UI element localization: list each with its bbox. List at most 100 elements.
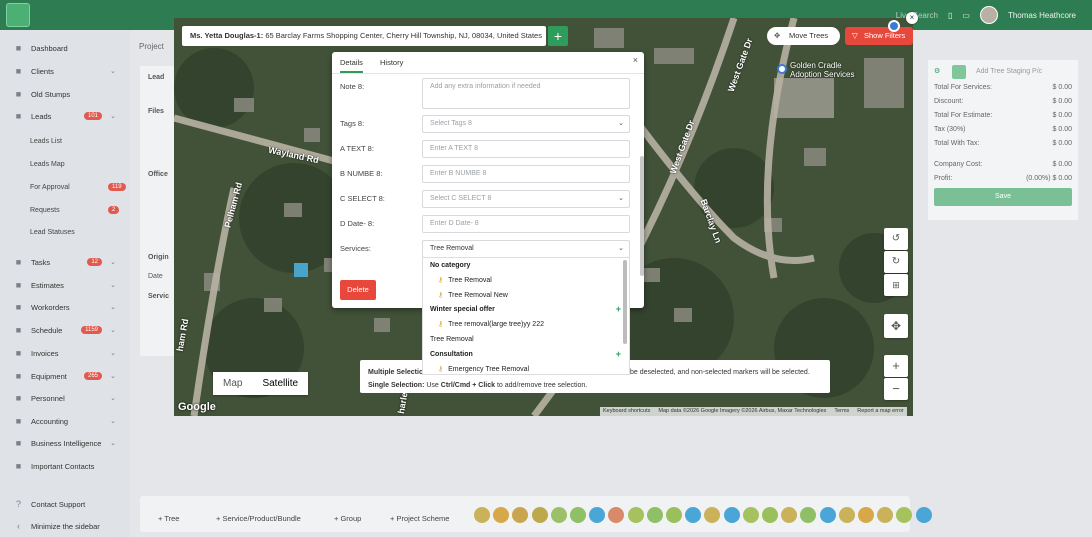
sidebar-item-equipment[interactable]: ■ Equipment 265 ⌄ — [0, 366, 130, 386]
b-numbe-8-input[interactable]: Enter B NUMBE 8 — [422, 165, 630, 183]
tree-type-icon[interactable] — [627, 507, 644, 523]
tree-type-icon[interactable] — [550, 507, 567, 523]
modal-scrollbar[interactable] — [640, 156, 644, 276]
tree-type-icon[interactable] — [819, 507, 836, 523]
chevron-down-icon[interactable]: ⌄ — [110, 303, 116, 311]
tree-type-icon[interactable] — [838, 507, 855, 523]
pan-control-icon[interactable]: ✥ — [884, 314, 908, 338]
add-address-button[interactable]: + — [548, 26, 568, 46]
minimize-sidebar-button[interactable]: ‹ Minimize the sidebar — [0, 516, 130, 536]
sidebar-subitem-leads-map[interactable]: Leads Map — [30, 161, 65, 168]
sidebar-item-workorders[interactable]: ■ Workorders ⌄ — [0, 297, 130, 317]
location-marker-icon[interactable] — [888, 20, 900, 32]
dropdown-option[interactable]: Tree Removal — [423, 332, 623, 347]
report-error-link[interactable]: Report a map error — [857, 407, 903, 416]
chat-icon[interactable]: ▭ — [962, 11, 970, 20]
sidebar-subitem-leads-list[interactable]: Leads List — [30, 138, 62, 145]
save-button[interactable]: Save — [934, 188, 1072, 206]
close-map-icon[interactable]: × — [906, 12, 918, 24]
tags-8-input[interactable]: Select Tags 8 ⌄ — [422, 115, 630, 133]
c-select-8-input[interactable]: Select C SELECT 8 ⌄ — [422, 190, 630, 208]
tree-type-icon[interactable] — [762, 507, 778, 523]
tab-details[interactable]: Details — [340, 58, 363, 73]
terms-link[interactable]: Terms — [834, 407, 849, 416]
dropdown-option[interactable]: ⚷ Tree removal(large tree)yy 222 — [423, 317, 623, 332]
chevron-down-icon[interactable]: ⌄ — [110, 112, 116, 120]
add-icon[interactable]: + — [616, 347, 621, 362]
services-input[interactable]: Tree Removal ⌄ — [422, 240, 630, 258]
keyboard-shortcuts-link[interactable]: Keyboard shortcuts — [603, 407, 650, 416]
poi-label[interactable]: Golden Cradle Adoption Services — [790, 61, 854, 79]
tree-type-icon[interactable] — [666, 507, 682, 523]
sidebar-item-tasks[interactable]: ■ Tasks 12 ⌄ — [0, 252, 130, 272]
zoom-in-icon[interactable]: + — [884, 355, 908, 377]
add-service-button[interactable]: + Service/Product/Bundle — [216, 514, 301, 523]
address-select[interactable]: Ms. Yetta Douglas-1: 65 Barclay Farms Sh… — [182, 26, 546, 46]
sidebar-item-business-intelligence[interactable]: ■ Business Intelligence ⌄ — [0, 433, 130, 453]
sidebar-subitem-lead-statuses[interactable]: Lead Statuses — [30, 229, 75, 236]
add-icon[interactable]: + — [616, 302, 621, 317]
chevron-down-icon[interactable]: ⌄ — [110, 258, 116, 266]
dropdown-scrollbar[interactable] — [623, 260, 627, 344]
user-name[interactable]: Thomas Heathcore — [1008, 11, 1076, 20]
sidebar-item-dashboard[interactable]: ■ Dashboard — [0, 38, 130, 58]
chevron-down-icon[interactable]: ⌄ — [110, 67, 116, 75]
dashboard-icon: ■ — [15, 42, 22, 53]
settings-icon[interactable]: ⚙ — [934, 67, 940, 75]
a-text-8-input[interactable]: Enter A TEXT 8 — [422, 140, 630, 158]
chevron-down-icon[interactable]: ⌄ — [110, 439, 116, 447]
sidebar-subitem-for-approval[interactable]: For Approval 119 — [30, 183, 126, 191]
tree-type-icon[interactable] — [646, 507, 663, 523]
chevron-down-icon[interactable]: ⌄ — [110, 349, 116, 357]
move-trees-button[interactable]: ✥ Move Trees — [767, 27, 840, 45]
sidebar-item-clients[interactable]: ■ Clients ⌄ — [0, 61, 130, 81]
app-logo[interactable] — [6, 3, 30, 27]
tilt-icon[interactable]: ⊞ — [884, 274, 908, 296]
delete-button[interactable]: Delete — [340, 280, 376, 300]
tree-type-icon[interactable] — [570, 507, 586, 523]
sidebar-item-invoices[interactable]: ■ Invoices ⌄ — [0, 343, 130, 363]
sidebar-item-important-contacts[interactable]: ■ Important Contacts — [0, 456, 130, 476]
zoom-out-icon[interactable]: − — [884, 378, 908, 400]
map-type-satellite[interactable]: Satellite — [252, 372, 308, 395]
tree-type-icon[interactable] — [474, 507, 490, 523]
show-filters-button[interactable]: ▽ Show Filters — [845, 27, 913, 45]
dropdown-text: Tree Removal — [448, 276, 492, 284]
sidebar-item-leads[interactable]: ■ Leads 101 ⌄ — [0, 106, 130, 126]
tree-type-icon[interactable] — [858, 507, 874, 523]
tab-history[interactable]: History — [380, 58, 403, 67]
rotate-left-icon[interactable]: ↺ — [884, 228, 908, 250]
close-modal-icon[interactable]: × — [633, 55, 638, 65]
tree-type-icon[interactable] — [531, 507, 548, 523]
services-dropdown[interactable]: No category ⚷ Tree Removal ⚷ Tree Removal Ne… — [422, 257, 630, 375]
avatar[interactable] — [979, 6, 998, 24]
add-tree-button[interactable]: + Tree — [158, 514, 179, 523]
add-group-button[interactable]: + Group — [334, 514, 361, 523]
dropdown-option[interactable]: ⚷ Emergency Tree Removal — [423, 362, 623, 374]
chevron-down-icon[interactable]: ⌄ — [110, 281, 116, 289]
tree-type-icon[interactable] — [742, 507, 759, 523]
dropdown-option[interactable]: ⚷ Tree Removal — [423, 273, 623, 288]
sidebar-item-old-stumps[interactable]: ■ Old Stumps — [0, 84, 130, 104]
sidebar-item-estimates[interactable]: ■ Estimates ⌄ — [0, 275, 130, 295]
add-project-scheme-button[interactable]: + Project Scheme — [390, 514, 449, 523]
map-type-map[interactable]: Map — [213, 372, 252, 395]
poi-marker-icon[interactable] — [777, 64, 787, 74]
rotate-right-icon[interactable]: ↻ — [884, 251, 908, 273]
phone-icon[interactable]: ▯ — [948, 11, 952, 20]
tree-type-icon[interactable] — [915, 507, 932, 523]
chevron-down-icon[interactable]: ⌄ — [110, 417, 116, 425]
sidebar-subitem-requests[interactable]: Requests 2 — [30, 206, 120, 214]
chevron-down-icon[interactable]: ⌄ — [110, 326, 116, 334]
sidebar-item-schedule[interactable]: ■ Schedule 1159 ⌄ — [0, 320, 130, 340]
chevron-down-icon[interactable]: ⌄ — [110, 394, 116, 402]
d-date-8-input[interactable]: Enter D Date- 8 — [422, 215, 630, 233]
sidebar-item-personnel[interactable]: ■ Personnel ⌄ — [0, 388, 130, 408]
chevron-down-icon[interactable]: ⌄ — [110, 372, 116, 380]
sidebar-item-label: Personnel — [31, 393, 65, 403]
contact-support-link[interactable]: ? Contact Support — [0, 494, 130, 514]
tree-type-icon[interactable] — [723, 507, 740, 523]
sidebar-item-accounting[interactable]: ■ Accounting ⌄ — [0, 411, 130, 431]
dropdown-option[interactable]: ⚷ Tree Removal New — [423, 288, 623, 303]
note-8-input[interactable]: Add any extra information if needed — [422, 78, 630, 109]
